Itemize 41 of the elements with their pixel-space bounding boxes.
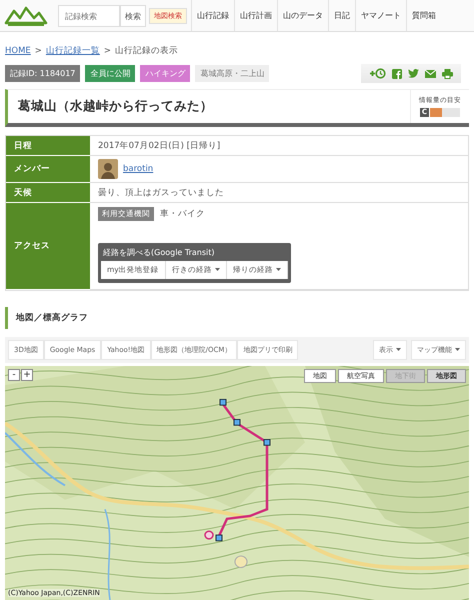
caret-icon [214, 268, 220, 272]
search-button[interactable]: 検索 [120, 5, 146, 27]
record-title: 葛城山（水越峠から行ってみた） [17, 97, 214, 115]
caret-icon [396, 348, 401, 352]
nav-item[interactable]: 山行計画 [234, 0, 277, 31]
zoom-out-button[interactable]: - [8, 369, 20, 381]
breadcrumb-separator: > [104, 46, 112, 56]
twitter-icon[interactable] [408, 69, 419, 78]
zoom-in-button[interactable]: + [21, 369, 33, 381]
row-header: 日程 [6, 136, 90, 156]
add-clock-icon[interactable] [369, 68, 386, 79]
print-icon[interactable] [442, 68, 453, 78]
nav-item[interactable]: 山のデータ [277, 0, 328, 31]
table-cell: 2017年07月02日(日) [日帰り] [90, 136, 468, 156]
row-header: メンバー [6, 156, 90, 183]
table-cell: 曇り、頂上はガスっていました [90, 183, 468, 203]
breadcrumb-link[interactable]: HOME [5, 46, 31, 56]
nav-item[interactable]: ヤマノート [355, 0, 406, 31]
transport-value: 車・バイク [160, 208, 205, 220]
section-title: 地図／標高グラフ [5, 307, 469, 329]
tag: 全員に公開 [85, 65, 136, 82]
nav-item[interactable]: 山行記録 [191, 0, 234, 31]
tag: 葛城高原・二上山 [195, 65, 270, 82]
tag: 記録ID: 1184017 [5, 65, 80, 82]
facebook-icon[interactable] [392, 68, 402, 78]
member-link[interactable]: barotin [123, 164, 154, 174]
nav-item[interactable]: 質問箱 [406, 0, 441, 31]
avatar-icon [98, 159, 118, 179]
nav-item[interactable]: 日記 [328, 0, 355, 31]
search-field[interactable]: 記録検索 [58, 5, 120, 27]
caret-icon [455, 348, 460, 352]
breadcrumb-link[interactable]: 山行記録一覧 [46, 44, 100, 56]
transit-title: 経路を調べる(Google Transit) [102, 247, 216, 259]
row-header: アクセス [6, 203, 90, 290]
caret-icon [276, 268, 281, 272]
breadcrumb-separator: > [34, 46, 42, 56]
breadcrumb-current: 山行記録の表示 [115, 44, 178, 56]
row-header: 天候 [6, 183, 90, 203]
tag: ハイキング [140, 65, 190, 82]
mail-icon[interactable] [425, 70, 436, 78]
logo-drawing[interactable] [4, 4, 48, 26]
